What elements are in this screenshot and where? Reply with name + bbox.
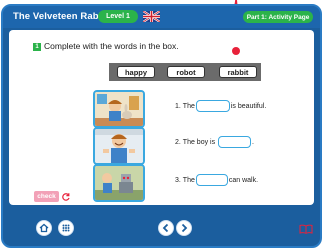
answer-blank-2[interactable] — [218, 136, 252, 148]
check-button[interactable]: check — [34, 191, 59, 202]
answer-blank-1[interactable] — [195, 100, 230, 112]
sentence-text-after: . — [252, 138, 254, 146]
apps-icon — [62, 224, 70, 232]
sentence-number: 1. — [175, 102, 181, 110]
header-bar: The Velveteen Rabbit Level 1 Part 1: Act… — [3, 6, 320, 28]
illustration-robot — [93, 164, 145, 202]
book-icon[interactable] — [299, 224, 313, 234]
illustration-happy-boy-art — [95, 129, 143, 163]
illustration-rabbit — [93, 90, 145, 128]
previous-page-button[interactable] — [158, 220, 174, 236]
level-badge: Level 1 — [98, 10, 138, 23]
illustration-happy-boy — [93, 127, 145, 165]
sentence-number: 3. — [175, 176, 181, 184]
sentence-text-after: is beautiful. — [230, 102, 267, 110]
part-badge: Part 1: Activity Page — [243, 11, 313, 23]
word-box: happy robot rabbit — [109, 63, 261, 81]
exercise-number: 1 — [33, 43, 41, 51]
sentence-text-before: The — [182, 102, 195, 110]
app-title: The Velveteen Rabbit — [13, 11, 111, 22]
next-page-button[interactable] — [176, 220, 192, 236]
next-arrow-icon — [181, 223, 188, 233]
reset-icon[interactable] — [61, 192, 71, 202]
sentence-3: 3. The can walk. — [175, 174, 258, 186]
prev-arrow-icon — [162, 223, 169, 233]
app-frame: The Velveteen Rabbit Level 1 Part 1: Act… — [1, 4, 322, 248]
sentence-1: 1. The is beautiful. — [175, 100, 266, 112]
activity-page: 1 Complete with the words in the box. ha… — [9, 30, 314, 205]
word-robot[interactable]: robot — [167, 66, 205, 78]
illustration-rabbit-art — [95, 92, 143, 126]
uk-flag-icon[interactable] — [143, 11, 160, 22]
home-button[interactable] — [36, 220, 52, 236]
word-rabbit[interactable]: rabbit — [219, 66, 257, 78]
apps-button[interactable] — [58, 220, 74, 236]
instruction-text: Complete with the words in the box. — [44, 41, 179, 51]
word-happy[interactable]: happy — [117, 66, 155, 78]
home-icon — [39, 223, 49, 233]
sentence-2: 2. The boy is . — [175, 136, 254, 148]
red-pointer-dot — [232, 47, 240, 55]
sentence-number: 2. — [175, 138, 181, 146]
answer-blank-3[interactable] — [195, 174, 228, 186]
illustration-robot-art — [95, 166, 143, 200]
sentence-text-after: can walk. — [228, 176, 259, 184]
sentence-text-before: The — [182, 176, 195, 184]
sentence-text-before: The boy is — [182, 138, 216, 146]
